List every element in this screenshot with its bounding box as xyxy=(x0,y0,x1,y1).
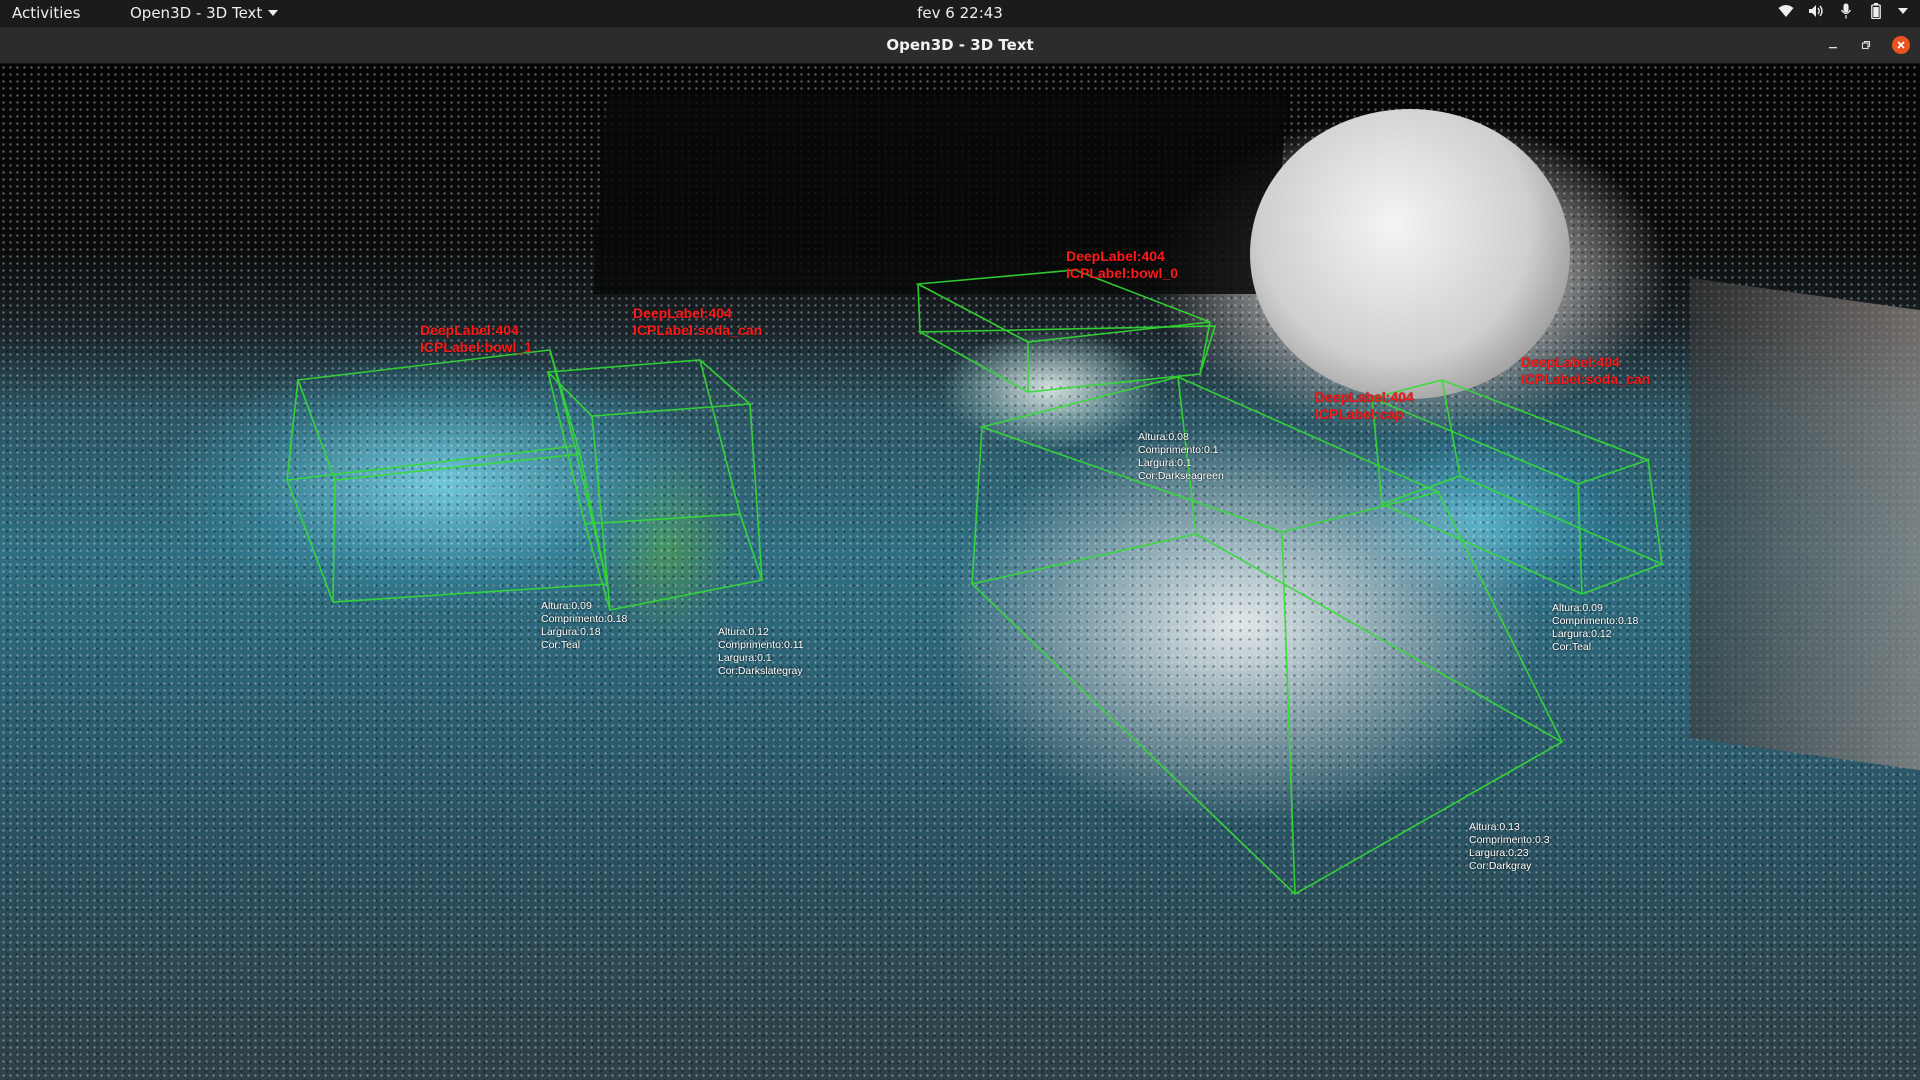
activities-button[interactable]: Activities xyxy=(12,4,80,22)
bbox-cap xyxy=(970,376,1564,895)
clock[interactable]: fev 6 22:43 xyxy=(917,4,1003,22)
dim-largura: Largura:0.1 xyxy=(718,652,772,664)
deep-label: DeepLabel:404 xyxy=(1315,389,1414,405)
dim-comprimento: Comprimento:0.11 xyxy=(718,639,804,651)
dim-cor: Cor:Darkseagreen xyxy=(1138,470,1224,482)
dim-cor: Cor:Teal xyxy=(541,639,581,651)
object-label-soda-can-1: DeepLabel:404 ICPLabel:soda_can xyxy=(633,305,762,339)
icp-label: ICPLabel:soda_can xyxy=(633,322,763,338)
object-dims-bowl-1: Altura:0.09 Comprimento:0.18 Largura:0.18 C… xyxy=(541,600,627,652)
restore-icon xyxy=(1861,40,1871,50)
dim-comprimento: Comprimento:0.18 xyxy=(541,613,628,625)
dim-cor: Cor:Darkslategray xyxy=(718,665,803,677)
icp-label: ICPLabel:bowl_1 xyxy=(420,339,533,355)
dim-altura: Altura:0.08 xyxy=(1138,431,1189,443)
dim-altura: Altura:0.09 xyxy=(541,600,592,612)
bbox-bowl-0 xyxy=(915,269,1217,393)
deep-label: DeepLabel:404 xyxy=(1521,354,1620,370)
dim-comprimento: Comprimento:0.3 xyxy=(1469,834,1550,846)
icp-label: ICPLabel:bowl_0 xyxy=(1066,265,1179,281)
icp-label: ICPLabel:soda_can xyxy=(1521,371,1651,387)
bbox-soda-can-1 xyxy=(546,359,764,611)
wifi-icon[interactable] xyxy=(1778,3,1794,19)
dim-comprimento: Comprimento:0.1 xyxy=(1138,444,1219,456)
point-cloud-viewport[interactable]: DeepLabel:404 ICPLabel:bowl_1 Altura:0.09… xyxy=(0,64,1920,1080)
deep-label: DeepLabel:404 xyxy=(420,322,519,338)
microphone-icon[interactable] xyxy=(1838,3,1854,19)
system-top-bar: Activities Open3D - 3D Text fev 6 22:43 xyxy=(0,0,1920,27)
close-icon xyxy=(1897,41,1905,49)
object-label-soda-can-2: DeepLabel:404 ICPLabel:soda_can xyxy=(1521,354,1650,388)
object-label-bowl-0: DeepLabel:404 ICPLabel:bowl_0 xyxy=(1066,248,1178,282)
battery-icon[interactable] xyxy=(1868,3,1884,19)
dim-comprimento: Comprimento:0.18 xyxy=(1552,615,1639,627)
object-label-cap: DeepLabel:404 ICPLabel:cap xyxy=(1315,389,1414,423)
chevron-down-icon xyxy=(268,10,279,16)
dim-cor: Cor:Teal xyxy=(1552,641,1592,653)
object-dims-bowl-0: Altura:0.08 Comprimento:0.1 Largura:0.1 Cor… xyxy=(1138,431,1224,483)
bbox-bowl-1 xyxy=(285,349,608,603)
object-dims-soda-can-1: Altura:0.12 Comprimento:0.11 Largura:0.1 Co… xyxy=(718,626,804,678)
close-button[interactable] xyxy=(1892,36,1910,54)
object-dims-cap: Altura:0.13 Comprimento:0.3 Largura:0.23 Co… xyxy=(1469,821,1550,873)
window-title: Open3D - 3D Text xyxy=(886,36,1034,54)
chevron-down-icon[interactable] xyxy=(1898,8,1908,14)
object-label-bowl-1: DeepLabel:404 ICPLabel:bowl_1 xyxy=(420,322,532,356)
dim-altura: Altura:0.09 xyxy=(1552,602,1603,614)
dim-largura: Largura:0.1 xyxy=(1138,457,1192,469)
app-menu-label: Open3D - 3D Text xyxy=(130,4,263,22)
system-tray[interactable] xyxy=(1778,3,1908,19)
icp-label: ICPLabel:cap xyxy=(1315,406,1404,422)
deep-label: DeepLabel:404 xyxy=(633,305,732,321)
volume-icon[interactable] xyxy=(1808,3,1824,19)
object-dims-soda-can-2: Altura:0.09 Comprimento:0.18 Largura:0.12 C… xyxy=(1552,602,1638,654)
deep-label: DeepLabel:404 xyxy=(1066,248,1165,264)
dim-altura: Altura:0.12 xyxy=(718,626,769,638)
dim-altura: Altura:0.13 xyxy=(1469,821,1520,833)
app-menu[interactable]: Open3D - 3D Text xyxy=(130,4,279,22)
bounding-boxes xyxy=(285,269,1665,895)
dim-largura: Largura:0.18 xyxy=(541,626,601,638)
bbox-soda-can-2 xyxy=(1369,379,1665,595)
maximize-button[interactable] xyxy=(1857,36,1875,54)
dim-largura: Largura:0.12 xyxy=(1552,628,1612,640)
dim-largura: Largura:0.23 xyxy=(1469,847,1529,859)
minimize-icon xyxy=(1829,47,1837,49)
window-title-bar[interactable]: Open3D - 3D Text xyxy=(0,27,1920,64)
minimize-button[interactable] xyxy=(1824,36,1842,54)
dim-cor: Cor:Darkgray xyxy=(1469,860,1532,872)
